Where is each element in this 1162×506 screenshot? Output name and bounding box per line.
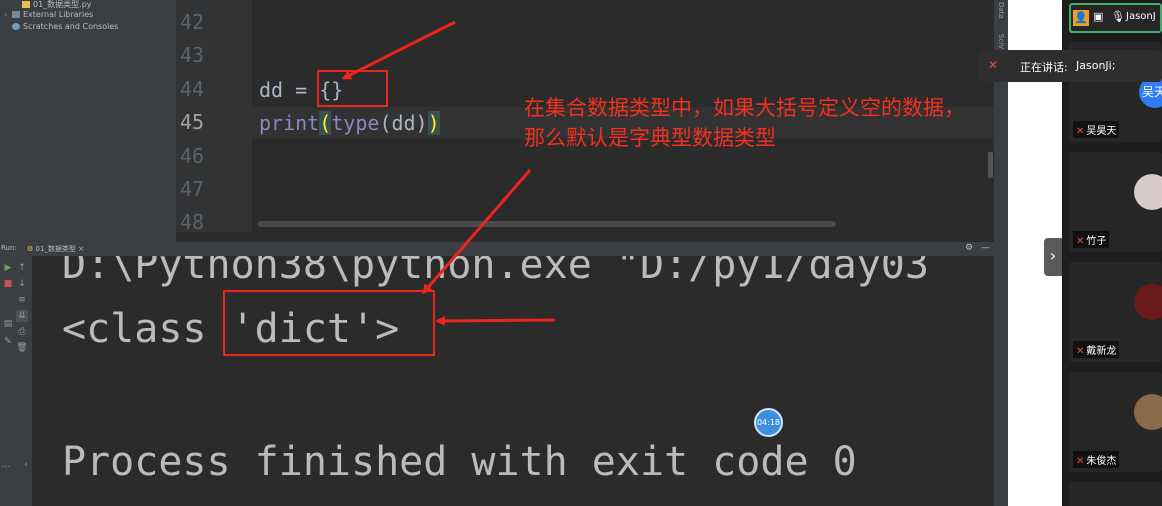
arrow-to-dict-box (422, 169, 532, 295)
time-badge: 04:18 (754, 408, 783, 437)
arrow-to-dict-output (435, 315, 556, 326)
arrow-to-braces (341, 20, 456, 80)
annotation-arrows (341, 20, 556, 326)
